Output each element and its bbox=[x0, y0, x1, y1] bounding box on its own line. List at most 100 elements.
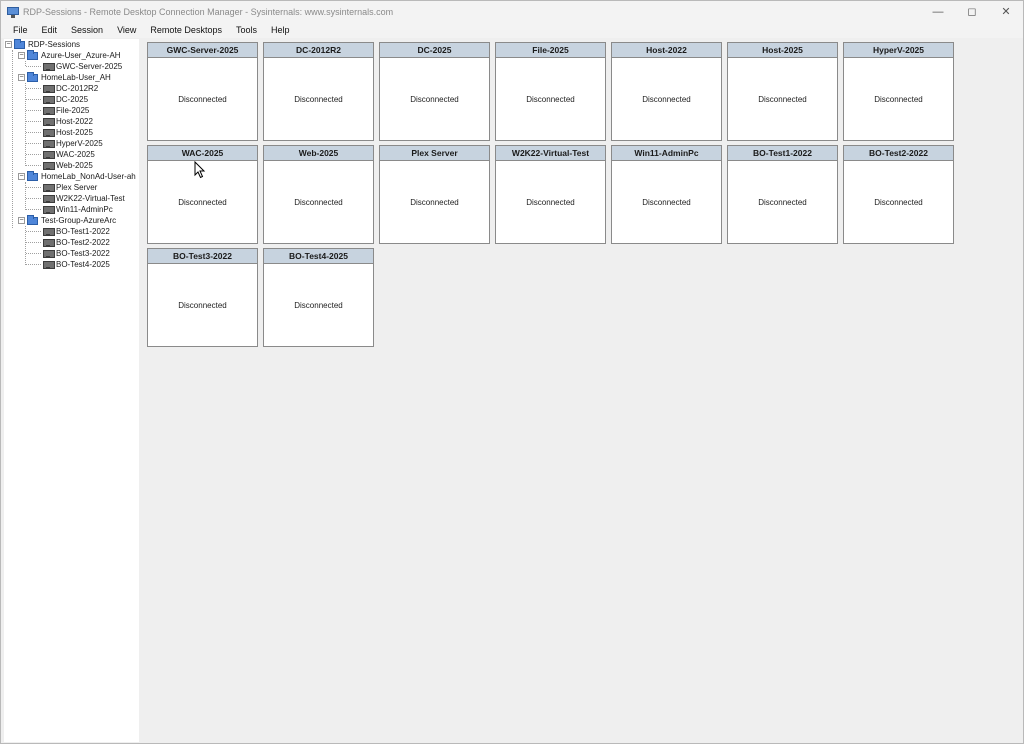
tree-server[interactable]: DC-2025 bbox=[43, 94, 88, 105]
monitor-icon bbox=[43, 260, 55, 269]
tile-title: Win11-AdminPc bbox=[612, 146, 721, 161]
tile-title: Host-2022 bbox=[612, 43, 721, 58]
session-tile[interactable]: DC-2025 Disconnected bbox=[379, 42, 490, 141]
tree-server[interactable]: BO-Test1-2022 bbox=[43, 226, 110, 237]
tree-server[interactable]: Plex Server bbox=[43, 182, 97, 193]
tile-title: DC-2012R2 bbox=[264, 43, 373, 58]
tree-server-label: BO-Test1-2022 bbox=[56, 227, 110, 236]
tree-server[interactable]: GWC-Server-2025 bbox=[43, 61, 122, 72]
tree-server[interactable]: DC-2012R2 bbox=[43, 83, 98, 94]
tile-title: Plex Server bbox=[380, 146, 489, 161]
folder-icon bbox=[14, 38, 25, 49]
tree-root[interactable]: − RDP-Sessions bbox=[5, 38, 81, 50]
tree-server[interactable]: BO-Test4-2025 bbox=[43, 259, 110, 270]
tree-group-nonad[interactable]: − HomeLab_NonAd-User-ah bbox=[18, 170, 136, 182]
monitor-icon bbox=[43, 84, 55, 93]
session-tile[interactable]: BO-Test3-2022 Disconnected bbox=[147, 248, 258, 347]
session-tile[interactable]: Host-2022 Disconnected bbox=[611, 42, 722, 141]
tree-root-label: RDP-Sessions bbox=[28, 40, 81, 49]
session-tile[interactable]: Win11-AdminPc Disconnected bbox=[611, 145, 722, 244]
minimize-button[interactable]: — bbox=[921, 1, 955, 22]
maximize-button[interactable]: ◻ bbox=[955, 1, 989, 22]
folder-icon bbox=[27, 49, 38, 60]
session-tile[interactable]: W2K22-Virtual-Test Disconnected bbox=[495, 145, 606, 244]
tile-status: Disconnected bbox=[294, 300, 343, 310]
monitor-icon bbox=[43, 238, 55, 247]
tile-status: Disconnected bbox=[410, 197, 459, 207]
tile-title: BO-Test4-2025 bbox=[264, 249, 373, 264]
tile-status: Disconnected bbox=[294, 197, 343, 207]
session-tile[interactable]: DC-2012R2 Disconnected bbox=[263, 42, 374, 141]
tile-status: Disconnected bbox=[410, 94, 459, 104]
menu-help[interactable]: Help bbox=[264, 25, 297, 35]
session-tile[interactable]: Web-2025 Disconnected bbox=[263, 145, 374, 244]
session-tile[interactable]: GWC-Server-2025 Disconnected bbox=[147, 42, 258, 141]
tile-status: Disconnected bbox=[642, 94, 691, 104]
tree-server[interactable]: Host-2022 bbox=[43, 116, 93, 127]
menu-file[interactable]: File bbox=[6, 25, 35, 35]
session-tree[interactable]: − RDP-Sessions − Azure-User_Azure-AH GWC… bbox=[4, 38, 139, 742]
mouse-pointer-icon bbox=[194, 161, 206, 179]
tile-title: BO-Test2-2022 bbox=[844, 146, 953, 161]
tree-server[interactable]: WAC-2025 bbox=[43, 149, 95, 160]
tree-group-label: HomeLab-User_AH bbox=[41, 73, 111, 82]
tree-server[interactable]: Host-2025 bbox=[43, 127, 93, 138]
collapse-toggle[interactable]: − bbox=[18, 217, 25, 224]
tile-title: BO-Test3-2022 bbox=[148, 249, 257, 264]
tree-server[interactable]: BO-Test2-2022 bbox=[43, 237, 110, 248]
session-tile[interactable]: BO-Test1-2022 Disconnected bbox=[727, 145, 838, 244]
tile-status: Disconnected bbox=[758, 94, 807, 104]
collapse-toggle[interactable]: − bbox=[18, 74, 25, 81]
monitor-icon bbox=[43, 249, 55, 258]
tree-server[interactable]: W2K22-Virtual-Test bbox=[43, 193, 125, 204]
collapse-toggle[interactable]: − bbox=[18, 52, 25, 59]
minimize-icon: — bbox=[932, 5, 944, 18]
tile-title: HyperV-2025 bbox=[844, 43, 953, 58]
monitor-icon bbox=[43, 205, 55, 214]
monitor-icon bbox=[43, 139, 55, 148]
session-tile[interactable]: Plex Server Disconnected bbox=[379, 145, 490, 244]
tree-server-label: Host-2022 bbox=[56, 117, 93, 126]
tree-server[interactable]: File-2025 bbox=[43, 105, 89, 116]
tree-group-homelab[interactable]: − HomeLab-User_AH bbox=[18, 71, 111, 83]
tree-group-label: Azure-User_Azure-AH bbox=[41, 51, 121, 60]
tree-group-azurearc[interactable]: − Test-Group-AzureArc bbox=[18, 214, 116, 226]
monitor-icon bbox=[43, 150, 55, 159]
close-button[interactable]: ✕ bbox=[989, 1, 1023, 22]
tree-server-label: File-2025 bbox=[56, 106, 90, 115]
menu-session[interactable]: Session bbox=[64, 25, 110, 35]
window-title: RDP-Sessions - Remote Desktop Connection… bbox=[23, 6, 394, 17]
menu-edit[interactable]: Edit bbox=[35, 25, 65, 35]
tree-server-label: WAC-2025 bbox=[56, 150, 95, 159]
tree-server-label: BO-Test4-2025 bbox=[56, 260, 110, 269]
collapse-toggle[interactable]: − bbox=[5, 41, 12, 48]
tree-server[interactable]: BO-Test3-2022 bbox=[43, 248, 110, 259]
monitor-icon bbox=[43, 62, 55, 71]
menu-remote-desktops[interactable]: Remote Desktops bbox=[143, 25, 229, 35]
session-tile[interactable]: Host-2025 Disconnected bbox=[727, 42, 838, 141]
tree-group-azure[interactable]: − Azure-User_Azure-AH bbox=[18, 49, 121, 61]
folder-icon bbox=[27, 170, 38, 181]
session-tile[interactable]: WAC-2025 Disconnected bbox=[147, 145, 258, 244]
tree-server[interactable]: HyperV-2025 bbox=[43, 138, 103, 149]
title-bar[interactable]: RDP-Sessions - Remote Desktop Connection… bbox=[1, 1, 1023, 22]
session-tile[interactable]: BO-Test2-2022 Disconnected bbox=[843, 145, 954, 244]
monitor-icon bbox=[43, 128, 55, 137]
tile-title: BO-Test1-2022 bbox=[728, 146, 837, 161]
session-tile[interactable]: File-2025 Disconnected bbox=[495, 42, 606, 141]
menu-bar: File Edit Session View Remote Desktops T… bbox=[1, 22, 1023, 38]
tree-server-label: Win11-AdminPc bbox=[56, 205, 113, 214]
collapse-toggle[interactable]: − bbox=[18, 173, 25, 180]
tile-status: Disconnected bbox=[178, 94, 227, 104]
session-tile[interactable]: HyperV-2025 Disconnected bbox=[843, 42, 954, 141]
tree-server-label: BO-Test3-2022 bbox=[56, 249, 110, 258]
session-tile[interactable]: BO-Test4-2025 Disconnected bbox=[263, 248, 374, 347]
maximize-icon: ◻ bbox=[967, 6, 977, 18]
tree-server[interactable]: Win11-AdminPc bbox=[43, 204, 113, 215]
tree-server-label: DC-2012R2 bbox=[56, 84, 99, 93]
menu-view[interactable]: View bbox=[110, 25, 143, 35]
tree-server[interactable]: Web-2025 bbox=[43, 160, 93, 171]
monitor-icon bbox=[43, 194, 55, 203]
monitor-icon bbox=[43, 183, 55, 192]
menu-tools[interactable]: Tools bbox=[229, 25, 264, 35]
